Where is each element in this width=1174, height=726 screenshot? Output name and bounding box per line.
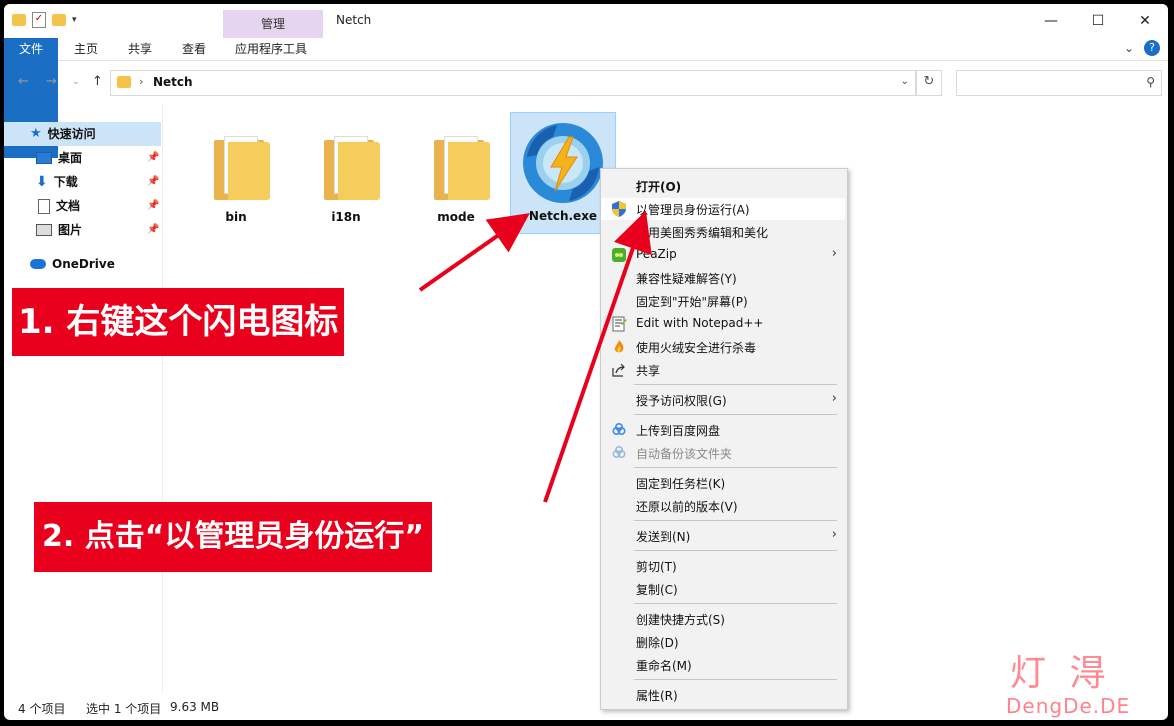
annotation-arrows (418, 210, 652, 503)
arrow-to-netch-icon (418, 213, 530, 292)
arrow-to-run-as-admin (543, 210, 652, 503)
